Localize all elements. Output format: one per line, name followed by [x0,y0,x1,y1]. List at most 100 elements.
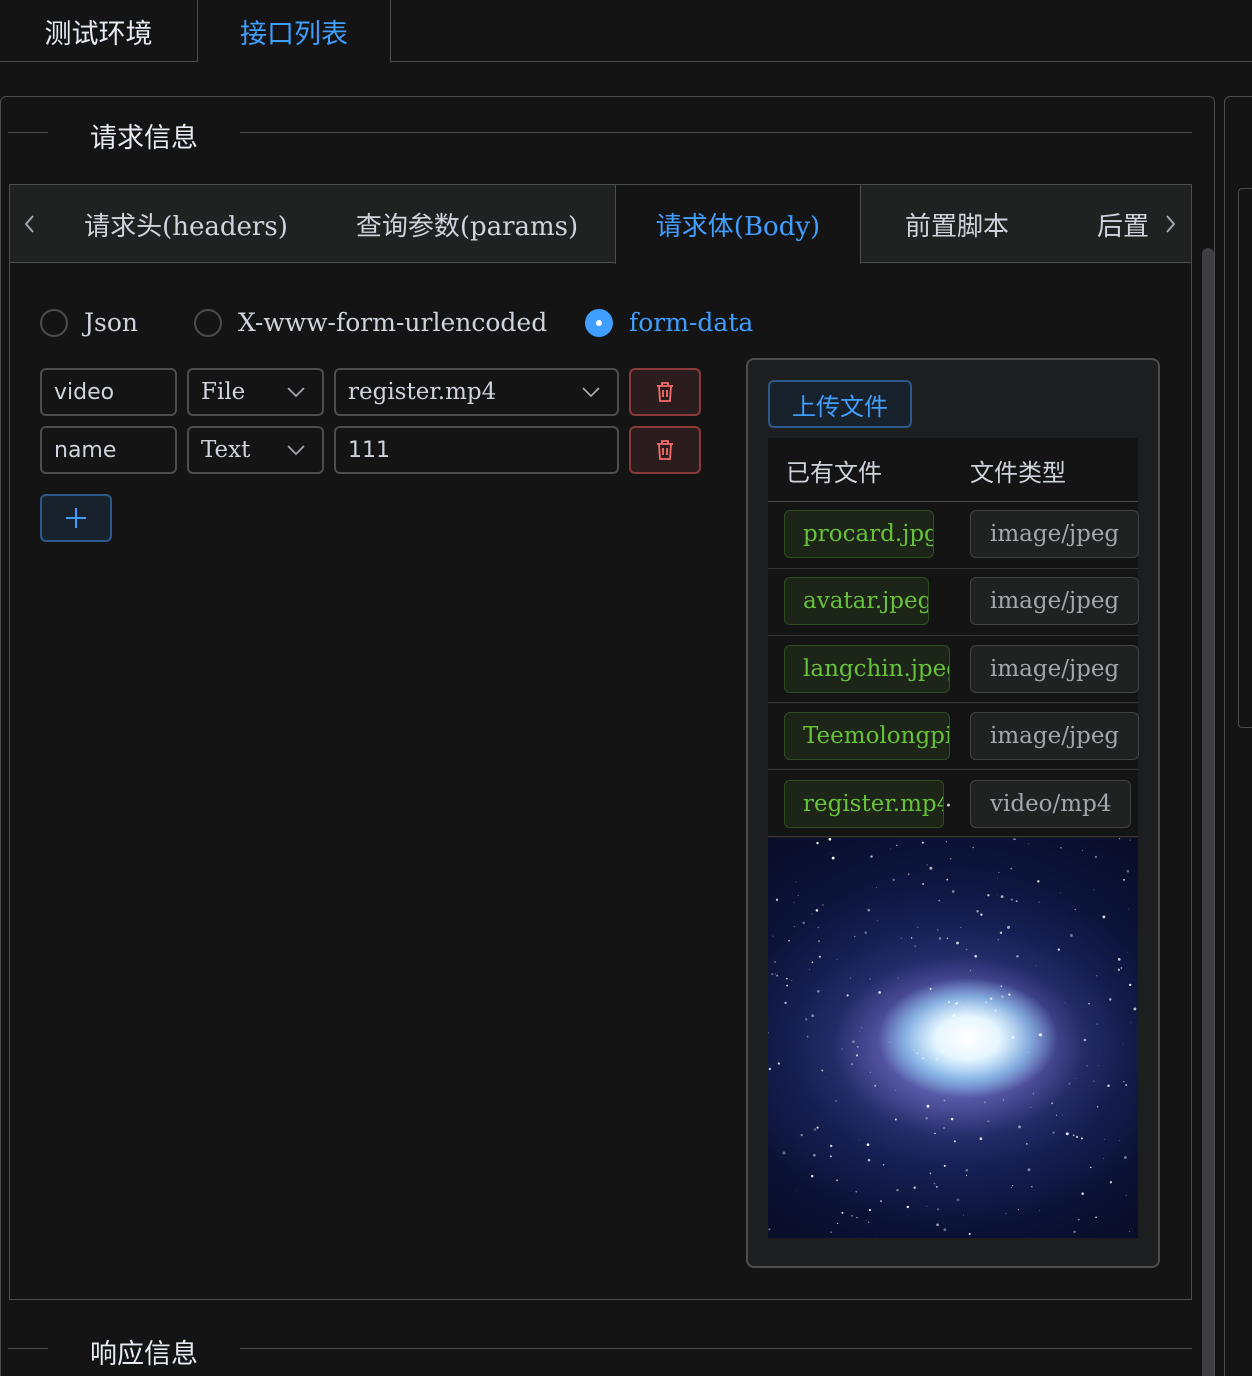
star [866,1220,868,1221]
star [948,1001,950,1003]
star [882,1163,885,1166]
radio-urlencoded[interactable]: X-www-form-urlencoded [194,308,547,337]
star [802,921,806,925]
star [821,1069,824,1072]
upload-file-button[interactable]: 上传文件 [768,380,912,428]
star [1107,1084,1110,1087]
star [1130,1022,1132,1024]
type-select[interactable]: Text [187,426,324,474]
star [993,991,995,993]
star [1069,933,1073,937]
star [1032,1093,1034,1095]
radio-circle[interactable] [40,308,68,337]
value-input[interactable]: 111 [334,426,619,474]
star [831,856,835,860]
star [955,1002,958,1005]
type-value: File [201,379,246,405]
star [1001,995,1004,998]
file-tag[interactable]: register.mp4 [784,780,944,828]
star [895,1089,897,1091]
radio-circle-checked[interactable] [585,308,613,337]
star [913,1186,916,1189]
star [1060,892,1061,894]
tab-test-env[interactable]: 测试环境 [0,0,198,62]
star [850,977,852,979]
star [926,1205,928,1207]
radio-form-data[interactable]: form-data [585,308,753,337]
star [1078,1218,1080,1221]
file-type-tag: image/jpeg [970,712,1140,760]
star [797,895,799,896]
star [1096,1106,1099,1108]
star [1083,1038,1087,1042]
star [774,973,776,975]
star [1018,1125,1021,1129]
star [1037,880,1040,883]
star [1082,850,1083,851]
star [870,855,873,858]
chevron-down-icon [582,387,600,398]
star [950,858,952,860]
star [817,990,820,993]
add-row-button[interactable] [40,494,112,542]
star [879,1200,883,1203]
star [917,926,919,929]
trash-icon [657,382,673,402]
tab-params[interactable]: 查询参数(params) [330,185,604,263]
tab-pre-script[interactable]: 前置脚本 [872,185,1042,263]
star [906,1205,909,1209]
file-tag[interactable]: avatar.jpeg [784,577,929,625]
key-input[interactable]: name [40,426,177,474]
star [1125,1084,1128,1086]
radio-circle[interactable] [194,308,222,337]
star [956,1198,960,1202]
star [1035,965,1037,967]
file-tag[interactable]: procard.jpg [784,510,934,558]
tab-api-list[interactable]: 接口列表 [198,0,391,63]
star [1075,1135,1079,1139]
star [889,848,891,850]
file-tag[interactable]: langchin.jpeg [784,645,950,693]
star [1007,925,1010,929]
delete-row-button[interactable] [629,426,701,474]
star [869,1071,871,1073]
file-select[interactable]: register.mp4 [334,368,619,416]
star [1133,1007,1137,1011]
tab-headers[interactable]: 请求头(headers) [60,185,312,263]
star [1039,1033,1042,1037]
tabs-prev-button[interactable] [10,185,50,263]
key-input[interactable]: video [40,368,177,416]
star [929,866,933,870]
radio-json[interactable]: Json [40,308,138,337]
star [910,937,913,939]
star [1128,1230,1131,1233]
file-tag[interactable]: Teemolongpicn [784,712,950,760]
star [922,883,925,885]
chevron-left-icon [24,215,34,233]
star [867,1221,870,1224]
star [782,1151,786,1155]
star [878,991,881,994]
tab-body[interactable]: 请求体(Body) [615,185,861,264]
star [811,961,814,964]
star [968,1232,971,1236]
tabs-next-button[interactable] [1150,185,1190,263]
delete-row-button[interactable] [629,368,701,416]
trash-icon [657,440,673,460]
star [1093,889,1095,891]
type-select[interactable]: File [187,368,324,416]
star [1064,1002,1066,1004]
star [1080,1137,1083,1140]
file-type-tag: image/jpeg [970,510,1140,558]
star [817,940,821,943]
vertical-scrollbar[interactable] [1202,248,1214,1376]
star [811,1014,815,1018]
star [952,1014,956,1017]
star [786,984,788,987]
star [929,987,932,990]
star [1129,839,1131,841]
star [1072,1134,1075,1137]
star [1010,898,1013,901]
star [817,926,820,929]
star [1000,895,1004,898]
